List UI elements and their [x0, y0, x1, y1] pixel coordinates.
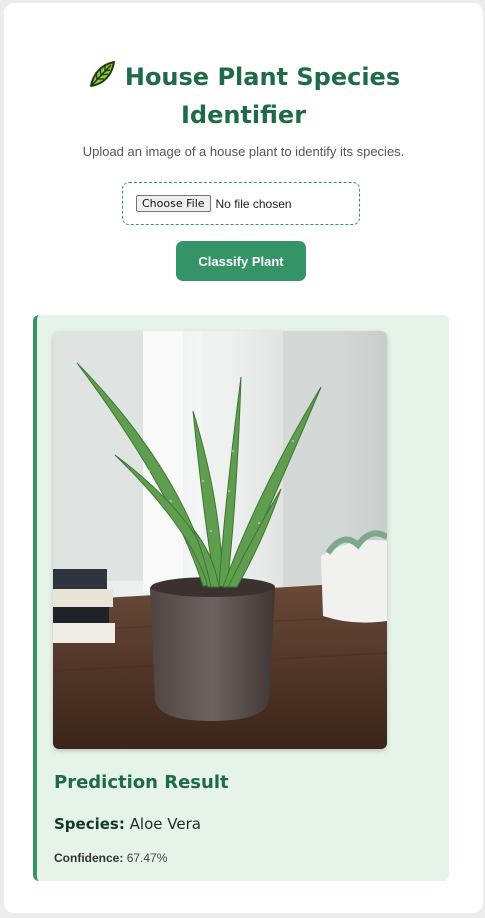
page-title: House Plant Species Identifier — [4, 59, 483, 132]
prediction-result-heading: Prediction Result — [54, 772, 229, 793]
file-status-text: No file chosen — [215, 196, 292, 211]
classifier-card: House Plant Species Identifier Upload an… — [4, 3, 483, 913]
title-line-2: Identifier — [180, 101, 307, 129]
title-line-1: House Plant Species — [124, 63, 401, 91]
species-label: Species: — [54, 815, 125, 833]
file-upload-field[interactable]: Choose File No file chosen — [122, 182, 360, 225]
confidence-value: 67.47% — [126, 851, 168, 865]
confidence-line: Confidence: 67.47% — [54, 851, 167, 865]
species-value: Aloe Vera — [129, 815, 201, 833]
prediction-result-panel: Prediction Result Species: Aloe Vera Con… — [33, 315, 449, 881]
confidence-label: Confidence: — [54, 851, 124, 865]
plant-photo-illustration — [53, 331, 387, 749]
leaf-icon — [87, 59, 117, 98]
plant-image — [53, 331, 387, 749]
page-subtitle: Upload an image of a house plant to iden… — [82, 144, 405, 159]
choose-file-button[interactable]: Choose File — [136, 195, 211, 212]
species-line: Species: Aloe Vera — [54, 815, 201, 833]
classify-plant-button[interactable]: Classify Plant — [176, 241, 306, 281]
